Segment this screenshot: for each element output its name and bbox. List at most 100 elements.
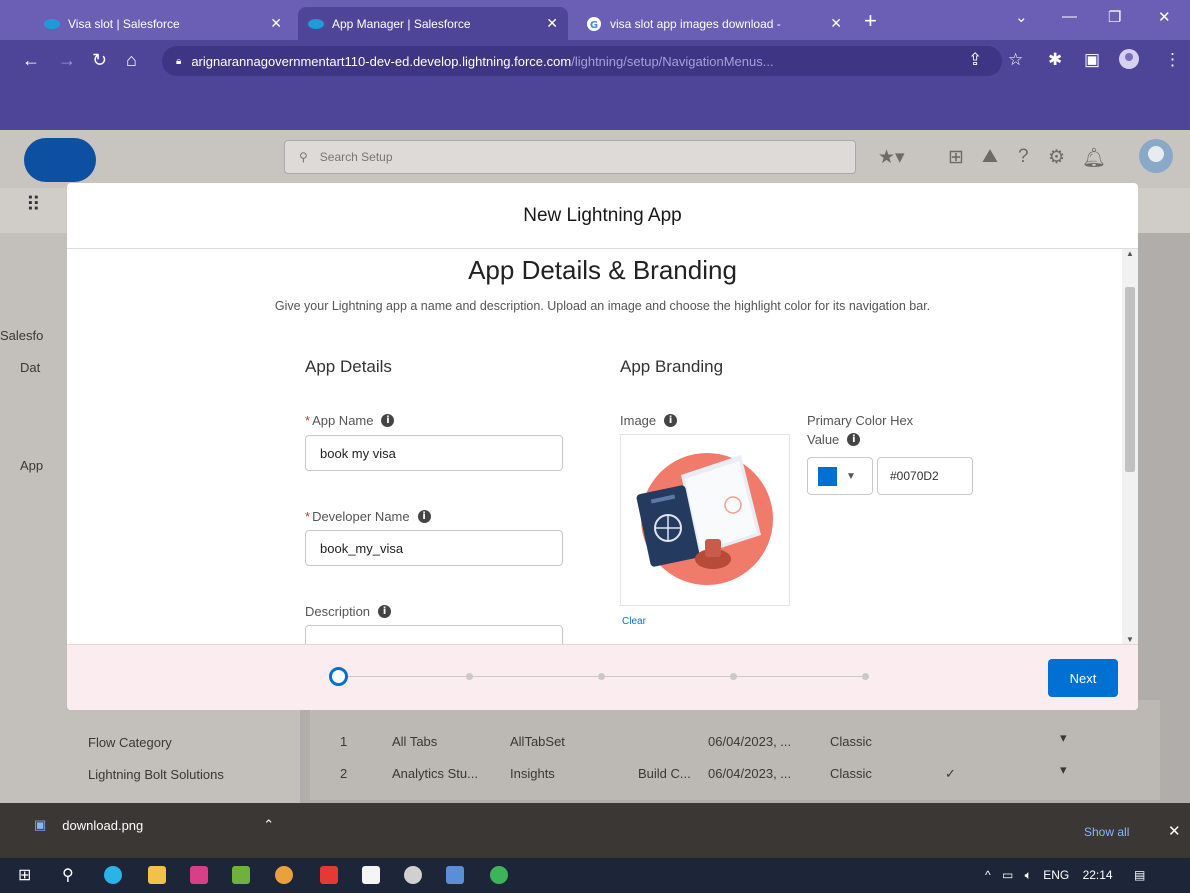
share-icon[interactable]: ⇪ [968, 50, 982, 70]
setup-gear-icon[interactable]: ⚙ [1048, 146, 1065, 169]
info-icon[interactable]: i [417, 510, 431, 523]
extensions-icon[interactable]: ✱ [1048, 50, 1062, 70]
color-hex-input[interactable]: #0070D2 [877, 457, 973, 495]
favorites-star-icon[interactable]: ★▾ [878, 146, 905, 169]
minimize-icon[interactable]: — [1062, 8, 1077, 25]
address-bar[interactable]: 🔒︎ arignarannagovernmentart110-dev-ed.de… [162, 46, 1002, 76]
help-icon[interactable]: ? [1018, 146, 1029, 168]
checkmark-icon: ✓ [945, 766, 956, 781]
close-downloads-icon[interactable]: ✕ [1168, 822, 1181, 840]
table-cell[interactable]: All Tabs [392, 734, 437, 749]
settings-icon[interactable] [404, 866, 422, 884]
instagram-icon[interactable] [190, 866, 208, 884]
show-all-link[interactable]: Show all [1084, 825, 1129, 839]
setup-search-input[interactable]: ⚲ Search Setup [284, 140, 856, 174]
row-actions-dropdown[interactable]: ▾ [1060, 762, 1067, 778]
scrollbar-thumb[interactable] [1125, 287, 1135, 472]
notification-center-icon[interactable]: ▤ [1134, 868, 1145, 882]
reload-icon[interactable]: ↻ [92, 50, 107, 71]
nav-item-flow-category[interactable]: Flow Category [88, 735, 172, 750]
notifications-bell-icon[interactable]: 🔔︎ [1082, 146, 1106, 170]
window-close-icon[interactable]: ✕ [1158, 8, 1171, 26]
tab-visa-slot[interactable]: Visa slot | Salesforce ✕ [34, 7, 292, 40]
edge-icon[interactable] [104, 866, 122, 884]
whatsapp-icon[interactable] [490, 866, 508, 884]
nav-item-lightning-bolt[interactable]: Lightning Bolt Solutions [88, 767, 224, 782]
progress-step-4 [730, 673, 737, 680]
table-cell: Build C... [638, 766, 691, 781]
tray-chevron-icon[interactable]: ^ [985, 868, 991, 882]
info-icon[interactable]: i [378, 605, 392, 618]
table-cell: Classic [830, 766, 872, 781]
home-icon[interactable]: ⌂ [126, 50, 137, 71]
salesforce-cloud-icon [44, 16, 60, 32]
trailhead-icon[interactable]: ⛰ [982, 146, 998, 168]
url-host: arignarannagovernmentart110-dev-ed.devel… [191, 53, 572, 69]
user-avatar-icon[interactable] [1138, 138, 1174, 180]
nav-item[interactable]: Dat [20, 360, 40, 375]
network-icon[interactable]: ▭ [1002, 868, 1013, 882]
browser-menu-icon[interactable]: ⋮ [1164, 50, 1181, 70]
app-name-label: * App Name i [305, 413, 395, 428]
close-tab-icon[interactable]: ✕ [546, 15, 558, 32]
input-value: book_my_visa [320, 540, 404, 556]
side-panel-icon[interactable]: ▣ [1084, 50, 1100, 70]
scroll-up-icon[interactable]: ▲ [1126, 249, 1134, 258]
app-icon[interactable] [232, 866, 250, 884]
mail-icon[interactable] [446, 866, 464, 884]
global-actions-icon[interactable]: ⊞ [948, 146, 964, 169]
download-item[interactable]: ▣ download.png ⌃ [34, 817, 274, 833]
browser-content-top [0, 82, 1190, 130]
app-launcher-icon[interactable]: ⠿ [26, 192, 41, 217]
row-actions-dropdown[interactable]: ▾ [1060, 730, 1067, 746]
developer-name-input[interactable]: book_my_visa [305, 530, 563, 566]
app-image-upload[interactable] [620, 434, 790, 606]
store-icon[interactable] [362, 866, 380, 884]
back-icon[interactable]: ← [22, 50, 40, 71]
table-cell[interactable]: Analytics Stu... [392, 766, 478, 781]
profile-avatar-icon[interactable] [1118, 48, 1140, 75]
color-picker-button[interactable]: ▼ [807, 457, 873, 495]
salesforce-logo[interactable] [24, 138, 96, 182]
next-button[interactable]: Next [1048, 659, 1118, 697]
modal-title: New Lightning App [67, 183, 1138, 249]
label-text: Value [807, 432, 840, 447]
tab-app-manager[interactable]: App Manager | Salesforce ✕ [298, 7, 568, 40]
close-tab-icon[interactable]: ✕ [830, 15, 842, 32]
progress-step-2 [466, 673, 473, 680]
info-icon[interactable]: i [664, 414, 678, 427]
nav-item[interactable]: App [20, 458, 43, 473]
image-file-icon: ▣ [34, 817, 47, 832]
clear-image-link[interactable]: Clear [622, 616, 646, 627]
info-icon[interactable]: i [381, 414, 395, 427]
search-placeholder: Search Setup [319, 150, 393, 164]
app-name-input[interactable]: book my visa [305, 435, 563, 471]
url-path: /lightning/setup/NavigationMenus... [571, 53, 774, 69]
modal-scrollbar[interactable]: ▲ ▼ [1122, 249, 1138, 644]
new-tab-icon[interactable]: + [864, 10, 877, 32]
file-explorer-icon[interactable] [148, 866, 166, 884]
tab-title: App Manager | Salesforce [332, 16, 471, 31]
info-icon[interactable]: i [847, 433, 861, 446]
tab-google-search[interactable]: G visa slot app images download - ✕ [576, 7, 852, 40]
chevron-up-icon[interactable]: ⌃ [263, 817, 274, 833]
bookmark-star-icon[interactable]: ☆ [1008, 50, 1023, 70]
chrome-icon[interactable] [275, 866, 293, 884]
description-textarea[interactable] [305, 625, 563, 644]
label-text: Description [305, 604, 371, 619]
youtube-icon[interactable] [320, 866, 338, 884]
forward-icon[interactable]: → [58, 50, 76, 71]
tab-search-icon[interactable]: ⌄ [1015, 8, 1028, 26]
restore-icon[interactable]: ❐ [1108, 8, 1121, 26]
windows-start-icon[interactable]: ⊞ [18, 865, 31, 885]
close-tab-icon[interactable]: ✕ [270, 15, 282, 32]
label-text: App Name [312, 413, 374, 428]
progress-step-3 [598, 673, 605, 680]
lock-icon: 🔒︎ [176, 55, 182, 67]
search-icon[interactable]: ⚲ [62, 865, 74, 885]
color-swatch [818, 466, 837, 486]
volume-icon[interactable]: 🔈︎ [1025, 868, 1032, 882]
clock[interactable]: 22:14 [1083, 868, 1113, 882]
language-indicator[interactable]: ENG [1043, 868, 1069, 882]
scroll-down-icon[interactable]: ▼ [1126, 635, 1134, 644]
